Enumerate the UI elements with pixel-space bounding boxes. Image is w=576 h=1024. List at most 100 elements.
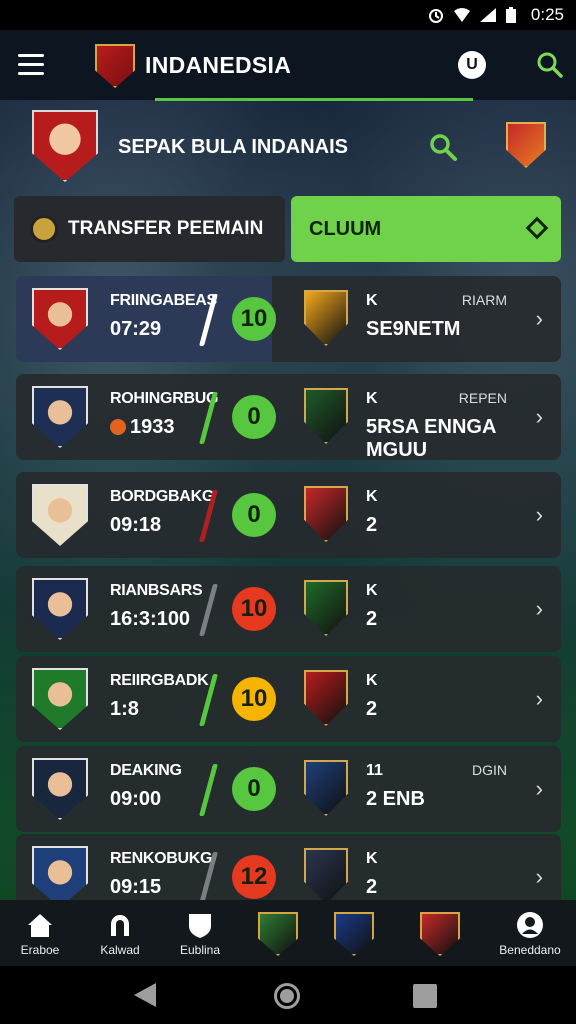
player-name: REIIRGBADK xyxy=(110,672,209,689)
headphones-icon xyxy=(105,910,135,940)
row-value: 5RSA ENNGA MGUU xyxy=(366,416,496,461)
recents-icon[interactable] xyxy=(413,984,437,1008)
club-badge xyxy=(304,290,348,346)
status-bar: 0:25 xyxy=(0,0,576,30)
player-name: FRIINGABEAS xyxy=(110,292,217,309)
search-icon[interactable] xyxy=(535,50,563,78)
player-name: BORDGBAKG xyxy=(110,488,214,505)
tab-transfer[interactable]: TRANSFER PEEMAIN xyxy=(14,196,285,262)
app-title: INDANEDSIA xyxy=(145,52,292,78)
match-time-text: 1:8 xyxy=(110,698,139,720)
chevron-right-icon[interactable]: › xyxy=(536,686,543,712)
player-name: DEAKING xyxy=(110,762,182,779)
match-time: 09:18 xyxy=(110,514,161,537)
row-tag: DGIN xyxy=(472,762,507,778)
nav-label: Eraboe xyxy=(20,943,60,957)
menu-icon[interactable] xyxy=(18,54,44,75)
signal-icon xyxy=(479,7,497,23)
nav-item[interactable]: Eraboe xyxy=(4,900,76,966)
tab-club-label: CLUUM xyxy=(309,217,382,240)
club-badge xyxy=(304,388,348,444)
match-time-text: 07:29 xyxy=(110,318,162,340)
app-bar: INDANEDSIA U xyxy=(0,30,576,101)
status-time: 0:25 xyxy=(530,5,564,24)
tab-transfer-label: TRANSFER PEEMAIN xyxy=(68,218,264,239)
score-badge: 10 xyxy=(232,677,276,721)
score-badge: 10 xyxy=(232,297,276,341)
tab-club[interactable]: CLUUM xyxy=(291,196,561,262)
row-value: 2 xyxy=(366,514,378,536)
profile-name: SEPAK BULA INDANAIS xyxy=(118,136,349,158)
mic-button[interactable]: U xyxy=(458,51,486,79)
chevron-right-icon[interactable]: › xyxy=(536,502,543,528)
nav-label: Kalwad xyxy=(100,943,140,957)
player-name: RENKOBUKG xyxy=(110,850,213,867)
match-row[interactable]: BORDGBAKG 09:18 0 K 2 › xyxy=(16,472,561,558)
match-time-text: 09:18 xyxy=(110,514,162,536)
club-badge xyxy=(304,848,348,904)
match-row[interactable]: ROHINGRBUG 1933 0 K 5RSA ENNGA MGUU REPEN › xyxy=(16,374,561,461)
row-key: K xyxy=(366,488,378,505)
chevron-right-icon[interactable]: › xyxy=(536,864,543,890)
club-badge xyxy=(304,486,348,542)
row-key: K xyxy=(366,672,378,689)
row-value: 2 xyxy=(366,876,378,898)
club-crest-icon xyxy=(258,912,298,956)
match-time: 1933 xyxy=(110,416,175,439)
home-icon xyxy=(25,910,55,940)
row-value: 2 xyxy=(366,608,378,630)
match-time-text: 1933 xyxy=(130,416,175,438)
row-key: 11 xyxy=(366,762,383,779)
match-time: 09:00 xyxy=(110,788,161,811)
eagle-crest-icon xyxy=(334,912,374,956)
nav-item[interactable] xyxy=(242,900,314,966)
match-time: 16:3:100 xyxy=(110,608,190,631)
system-nav-bar xyxy=(0,966,576,1024)
row-tag: REPEN xyxy=(458,390,507,406)
match-time-text: 09:15 xyxy=(110,876,162,898)
score-badge: 0 xyxy=(232,493,276,537)
club-badge xyxy=(304,760,348,816)
chevron-right-icon[interactable]: › xyxy=(536,404,543,430)
nav-label: Eublina xyxy=(179,943,221,957)
nav-item[interactable] xyxy=(318,900,390,966)
user-avatar[interactable] xyxy=(32,110,98,182)
bottom-navigation: Eraboe Kalwad Eublina Beneddano xyxy=(0,900,576,966)
score-badge: 12 xyxy=(232,855,276,899)
red-crest-icon xyxy=(420,912,460,956)
battery-icon xyxy=(505,7,523,23)
shield-icon xyxy=(185,910,215,940)
score-badge: 10 xyxy=(232,587,276,631)
chevron-right-icon[interactable]: › xyxy=(536,776,543,802)
chevron-right-icon[interactable]: › xyxy=(536,596,543,622)
nav-item[interactable]: Eublina xyxy=(164,900,236,966)
match-time-text: 09:00 xyxy=(110,788,162,810)
wifi-icon xyxy=(453,7,471,23)
alarm-icon xyxy=(427,7,445,23)
profile-header: SEPAK BULA INDANAIS xyxy=(0,108,576,188)
nav-item[interactable] xyxy=(404,900,476,966)
match-time: 09:15 xyxy=(110,876,161,899)
diamond-icon xyxy=(525,216,549,240)
nav-item[interactable]: Beneddano xyxy=(494,900,566,966)
nav-item[interactable]: Kalwad xyxy=(84,900,156,966)
match-row[interactable]: FRIINGABEAS 07:29 10 K SE9NETM RIARM › xyxy=(16,276,561,362)
match-row[interactable]: RIANBSARS 16:3:100 10 K 2 › xyxy=(16,566,561,652)
profile-icon xyxy=(515,910,545,940)
row-key: K xyxy=(366,850,378,867)
back-icon[interactable] xyxy=(134,983,156,1007)
score-badge: 0 xyxy=(232,395,276,439)
match-row[interactable]: REIIRGBADK 1:8 10 K 2 › xyxy=(16,656,561,742)
chevron-right-icon[interactable]: › xyxy=(536,306,543,332)
profile-search-icon[interactable] xyxy=(428,132,458,162)
match-row[interactable]: DEAKING 09:00 0 11 2 ENB DGIN › xyxy=(16,746,561,832)
row-value: 2 xyxy=(366,698,378,720)
row-key: K xyxy=(366,582,378,599)
transfer-icon xyxy=(30,215,58,243)
home-button-icon[interactable] xyxy=(274,983,300,1009)
nav-label: Beneddano xyxy=(499,943,561,957)
live-dot-icon xyxy=(110,419,126,435)
appbar-underline xyxy=(155,98,473,101)
match-time-text: 16:3:100 xyxy=(110,608,191,630)
league-badge[interactable] xyxy=(506,122,546,168)
